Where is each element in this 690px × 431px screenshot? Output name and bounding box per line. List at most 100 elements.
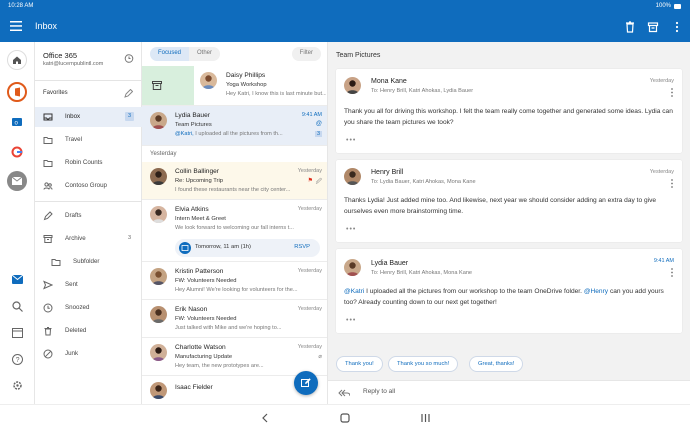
back-icon[interactable]: [261, 413, 269, 423]
hamburger-menu-icon[interactable]: [10, 21, 22, 31]
home-button[interactable]: [7, 50, 27, 70]
folder-label: Deleted: [65, 327, 87, 334]
list-item[interactable]: Lydia Bauer Team Pictures @Katri, I uplo…: [142, 106, 327, 146]
folder-icon: [43, 137, 53, 144]
list-item[interactable]: Kristin Patterson FW: Volunteers Needed …: [142, 262, 327, 300]
message-time: 9:41 AM: [653, 258, 674, 264]
attachment-icon: 🖉: [315, 179, 322, 185]
folder-drafts[interactable]: Drafts: [35, 206, 142, 226]
settings-gear-icon[interactable]: [12, 380, 23, 391]
calendar-icon[interactable]: [12, 327, 23, 338]
recipients: To: Henry Brill, Katri Ahokas, Lydia Bau…: [371, 88, 474, 94]
status-time: 10:28 AM: [8, 3, 34, 9]
favorites-heading: Favorites: [43, 90, 68, 96]
filter-button[interactable]: Filter: [291, 47, 321, 61]
more-vertical-icon[interactable]: [670, 179, 674, 188]
avatar: [150, 306, 167, 323]
rsvp-button[interactable]: RSVP: [294, 244, 310, 250]
folder-icon: [43, 160, 53, 167]
quick-reply-chip[interactable]: Thank you so much!: [388, 356, 459, 372]
message-preview: Hey Katri, I know this is last minute bu…: [226, 91, 326, 97]
folder-snoozed[interactable]: Snoozed: [35, 298, 142, 318]
edit-pencil-icon[interactable]: [124, 89, 133, 98]
folder-label: Sent: [65, 281, 78, 288]
message-list: Focused Other Filter Daisy Phillips Yoga…: [142, 42, 328, 404]
avatar: [150, 268, 167, 285]
folder-label: Drafts: [65, 212, 82, 219]
folder-contoso-group[interactable]: Contoso Group: [35, 176, 142, 196]
message-body: @Katri I uploaded all the pictures from …: [344, 286, 674, 308]
folder-label: Inbox: [65, 113, 81, 120]
list-item[interactable]: Charlotte Watson Manufacturing Update He…: [142, 338, 327, 376]
alarm-clock-icon[interactable]: [124, 53, 134, 63]
folder-inbox[interactable]: Inbox 3: [35, 107, 142, 127]
folder-robin-counts[interactable]: Robin Counts: [35, 153, 142, 173]
event-invite-card[interactable]: Tomorrow, 11 am (1h) RSVP: [175, 239, 320, 257]
sender-name: Isaac Fielder: [175, 384, 213, 391]
system-nav-bar: [0, 404, 690, 431]
account-name: Office 365: [43, 51, 78, 60]
tab-focused[interactable]: Focused: [150, 47, 190, 61]
mention-henry[interactable]: @Henry: [584, 288, 608, 295]
folder-pane: Office 365 katri@lucernpublintl.com Favo…: [35, 42, 142, 404]
message-preview: @Katri, I uploaded all the pictures from…: [175, 131, 305, 137]
drafts-pencil-icon: [43, 211, 53, 221]
avatar: [200, 72, 217, 89]
folder-archive[interactable]: Archive 3: [35, 229, 142, 249]
more-vertical-icon[interactable]: [670, 20, 684, 34]
list-item[interactable]: Collin Ballinger Re: Upcoming Trip I fou…: [142, 162, 327, 200]
message-time: Yesterday: [297, 344, 322, 350]
mention-katri[interactable]: @Katri: [344, 288, 364, 295]
office-account-button[interactable]: [7, 82, 27, 102]
folder-deleted[interactable]: Deleted: [35, 321, 142, 341]
message-preview: Hey Alumni! We're looking for volunteers…: [175, 287, 298, 293]
recents-icon[interactable]: [421, 413, 430, 423]
folder-count: 3: [125, 112, 134, 121]
more-vertical-icon[interactable]: [670, 88, 674, 97]
reply-all-icon[interactable]: [338, 389, 350, 397]
reply-input[interactable]: Reply to all: [363, 388, 395, 395]
list-item[interactable]: Erik Nason FW: Volunteers Needed Just ta…: [142, 300, 327, 338]
google-account-button[interactable]: [7, 142, 27, 162]
compose-button[interactable]: [294, 371, 318, 395]
message-card: Henry Brill To: Lydia Bauer, Katri Ahoka…: [336, 160, 682, 242]
show-more-dots[interactable]: •••: [346, 226, 356, 233]
mention-at-icon: @: [315, 121, 322, 127]
junk-icon: [43, 349, 53, 359]
folder-junk[interactable]: Junk: [35, 344, 142, 364]
sender-name: Erik Nason: [175, 306, 208, 313]
home-icon: [13, 56, 21, 64]
folder-count: 3: [127, 235, 132, 241]
show-more-dots[interactable]: •••: [346, 317, 356, 324]
focused-other-toggle: Focused Other: [150, 47, 221, 61]
delete-icon[interactable]: [623, 20, 637, 34]
folder-sent[interactable]: Sent: [35, 275, 142, 295]
folder-subfolder[interactable]: Subfolder: [35, 252, 142, 272]
mail-nav-icon[interactable]: [12, 275, 23, 284]
mail-account-button[interactable]: [7, 171, 27, 191]
folder-label: Archive: [65, 235, 86, 242]
archive-icon: [43, 235, 53, 243]
message-subject: Intern Meet & Greet: [175, 216, 226, 222]
avatar: [344, 77, 361, 94]
home-circle-icon[interactable]: [340, 413, 350, 423]
more-vertical-icon[interactable]: [670, 268, 674, 277]
reply-bar[interactable]: Reply to all: [328, 380, 690, 404]
calendar-icon: [179, 242, 191, 254]
outlook-account-button[interactable]: o: [7, 112, 27, 132]
list-item[interactable]: Elvia Atkins Intern Meet & Greet We look…: [142, 200, 327, 262]
help-icon[interactable]: ?: [12, 354, 23, 365]
mail-icon: [12, 177, 22, 185]
group-icon: [43, 182, 53, 190]
folder-travel[interactable]: Travel: [35, 130, 142, 150]
quick-reply-chip[interactable]: Great, thanks!: [469, 356, 524, 372]
search-icon[interactable]: [12, 301, 23, 312]
tab-other[interactable]: Other: [189, 47, 221, 61]
quick-reply-chip[interactable]: Thank you!: [336, 356, 383, 372]
archive-icon[interactable]: [646, 20, 660, 34]
show-more-dots[interactable]: •••: [346, 137, 356, 144]
list-item[interactable]: Daisy Phillips Yoga Workshop Hey Katri, …: [142, 66, 327, 106]
swipe-archive-action[interactable]: [142, 66, 194, 105]
message-subject: Team Pictures: [175, 122, 212, 128]
sender-name: Lydia Bauer: [371, 260, 409, 267]
